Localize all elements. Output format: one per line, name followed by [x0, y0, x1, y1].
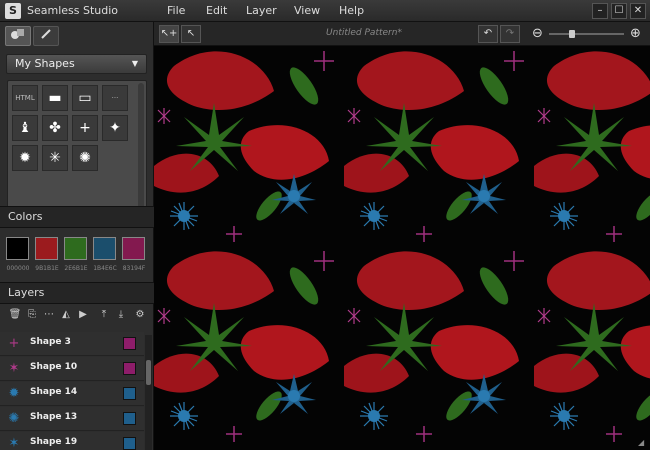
layer-name: Shape 19 [30, 437, 78, 447]
flip-layer-icon[interactable]: ◭ [59, 308, 73, 322]
shape-item[interactable]: ✳ [42, 145, 68, 171]
shape-item[interactable]: ▬ [42, 85, 68, 111]
shapes-grid: HTML ▬ ▭ ··· ♝ ✤ + ✦ ✹ ✳ ✺ [7, 80, 147, 220]
menu-layer[interactable]: Layer [246, 4, 277, 17]
zoom-slider-handle[interactable] [568, 30, 575, 38]
close-button[interactable]: ✕ [630, 3, 646, 19]
color-swatch[interactable] [64, 237, 87, 260]
zoom-slider[interactable] [549, 33, 624, 35]
undo-button[interactable]: ↶ [478, 25, 498, 43]
redo-icon: ↷ [505, 28, 515, 39]
layer-row[interactable]: + Shape 3 [0, 332, 144, 356]
redo-button[interactable]: ↷ [500, 25, 520, 43]
title-bar: S Seamless Studio File Edit Layer View H… [0, 0, 650, 22]
resize-grip-icon[interactable]: ◢ [638, 438, 648, 448]
layer-color [123, 362, 136, 375]
shape-item[interactable]: ✺ [72, 145, 98, 171]
shape-item[interactable]: ✤ [42, 115, 68, 141]
zoom-out-icon[interactable]: ⊖ [532, 26, 543, 41]
layer-thumbnail: ✺ [8, 411, 20, 426]
shape-library-dropdown[interactable]: My Shapes ▼ [6, 54, 147, 74]
layer-row[interactable]: ✶ Shape 10 [0, 357, 144, 381]
shape-item[interactable]: ▭ [72, 85, 98, 111]
move-down-icon[interactable]: ⤓ [114, 308, 128, 322]
shape-item[interactable]: ✹ [12, 145, 38, 171]
delete-layer-icon[interactable]: 🗑 [8, 308, 22, 322]
shape-item[interactable]: + [72, 115, 98, 141]
chevron-down-icon: ▼ [131, 59, 138, 68]
canvas-toolbar: ↖+ ↖ Untitled Pattern* ↶ ↷ ⊖ ⊕ [154, 22, 650, 46]
shape-item[interactable]: ✦ [102, 115, 128, 141]
minimize-button[interactable]: – [592, 3, 608, 19]
color-swatch-label: 2E6B1E [64, 265, 88, 272]
zoom-in-icon[interactable]: ⊕ [630, 26, 641, 41]
layer-color [123, 337, 136, 350]
shapes-scrollbar[interactable] [138, 83, 144, 217]
shape-item[interactable]: ♝ [12, 115, 38, 141]
share-layer-icon[interactable]: ⋯ [42, 308, 56, 322]
layer-color [123, 412, 136, 425]
layer-thumbnail: + [8, 336, 20, 351]
pattern-artwork [154, 46, 650, 450]
color-swatch[interactable] [35, 237, 58, 260]
color-swatch-label: 1B4E6C [93, 265, 117, 272]
layer-thumbnail: ✹ [8, 386, 20, 401]
layer-settings-icon[interactable]: ⚙ [133, 308, 147, 322]
layers-header: Layers [0, 282, 154, 304]
layer-name: Shape 10 [30, 362, 78, 372]
layer-name: Shape 3 [30, 337, 71, 347]
menu-edit[interactable]: Edit [206, 4, 227, 17]
layers-scrollbar-thumb[interactable] [146, 360, 151, 385]
layer-row[interactable]: ✹ Shape 14 [0, 382, 144, 406]
app-logo: S [5, 3, 21, 19]
maximize-button[interactable]: ☐ [611, 3, 627, 19]
shape-item[interactable]: HTML [12, 85, 38, 111]
color-swatch[interactable] [122, 237, 145, 260]
shapes-tab[interactable] [5, 26, 31, 46]
document-title: Untitled Pattern* [326, 28, 402, 38]
color-swatch-label: 000000 [6, 265, 30, 272]
shapes-icon [11, 29, 25, 43]
add-pointer-icon: ↖+ [160, 28, 178, 39]
layer-name: Shape 14 [30, 387, 78, 397]
shape-item[interactable]: ··· [102, 85, 128, 111]
add-tool-button[interactable]: ↖+ [159, 25, 179, 43]
color-swatch[interactable] [93, 237, 116, 260]
menu-help[interactable]: Help [339, 4, 364, 17]
color-swatch[interactable] [6, 237, 29, 260]
layer-row[interactable]: ✺ Shape 13 [0, 407, 144, 431]
duplicate-layer-icon[interactable]: ⎘ [25, 308, 39, 322]
layer-color [123, 437, 136, 450]
pointer-icon: ↖ [186, 28, 196, 39]
color-swatch-label: 83194F [122, 265, 146, 272]
shape-library-label: My Shapes [15, 57, 75, 70]
left-panel: My Shapes ▼ HTML ▬ ▭ ··· ♝ ✤ + ✦ ✹ ✳ ✺ C… [0, 22, 154, 450]
move-up-icon[interactable]: ⤒ [97, 308, 111, 322]
select-tool-button[interactable]: ↖ [181, 25, 201, 43]
layer-row[interactable]: ✶ Shape 19 [0, 432, 144, 450]
colors-header: Colors [0, 206, 154, 228]
menu-file[interactable]: File [167, 4, 185, 17]
draw-tab[interactable] [33, 26, 59, 46]
play-icon[interactable]: ▶ [76, 308, 90, 322]
layer-color [123, 387, 136, 400]
menu-view[interactable]: View [294, 4, 320, 17]
pencil-icon [40, 29, 52, 43]
layer-thumbnail: ✶ [8, 436, 20, 450]
layers-scrollbar[interactable] [145, 335, 152, 450]
color-swatch-label: 9B1B1E [35, 265, 59, 272]
app-title: Seamless Studio [27, 4, 119, 17]
undo-icon: ↶ [483, 28, 493, 39]
pattern-canvas[interactable]: ◢ [154, 46, 650, 450]
layer-thumbnail: ✶ [8, 361, 20, 376]
layer-name: Shape 13 [30, 412, 78, 422]
